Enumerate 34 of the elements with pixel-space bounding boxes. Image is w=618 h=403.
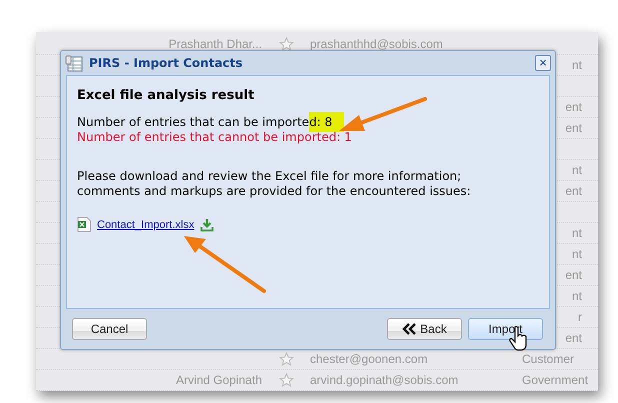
contact-type: ent	[565, 121, 582, 135]
spreadsheet-file-icon	[77, 217, 91, 232]
not-importable-count: Number of entries that cannot be imported: 1	[77, 130, 353, 145]
contact-type: ent	[565, 268, 582, 282]
contact-type: nt	[572, 247, 582, 261]
star-icon[interactable]	[278, 37, 294, 51]
importable-count: Number of entries that can be imported: 8	[77, 115, 539, 130]
instruction-text: Please download and review the Excel file for more information; comments and markups are provided for the encountered issues:	[77, 169, 472, 199]
double-chevron-icon	[402, 323, 416, 335]
contact-type: nt	[572, 163, 582, 177]
contact-type: ent	[565, 331, 582, 345]
contact-type: r	[578, 310, 582, 324]
back-button[interactable]: Back	[387, 318, 462, 340]
result-heading: Excel file analysis result	[77, 88, 256, 103]
contact-type: Government	[522, 373, 588, 387]
file-link[interactable]: Contact_Import.xlsx	[97, 218, 194, 230]
contact-type: ent	[565, 184, 582, 198]
close-button[interactable]: ×	[535, 55, 551, 71]
download-icon[interactable]	[200, 218, 214, 232]
dialog-button[interactable]: Cancel	[72, 318, 147, 340]
star-icon[interactable]	[278, 373, 294, 387]
contact-name: Arvind Gopinath	[176, 373, 262, 387]
contact-type: nt	[572, 226, 582, 240]
contact-name: Prashanth Dhar...	[168, 37, 262, 51]
contact-type: Customer	[522, 352, 574, 366]
contact-email: chester@goonen.com	[310, 352, 428, 366]
window-title: PIRS - Import Contacts	[89, 56, 244, 70]
star-icon[interactable]	[278, 352, 294, 366]
contact-email: arvind.gopinath@sobis.com	[310, 373, 458, 387]
contact-type: nt	[572, 289, 582, 303]
table-icon	[65, 54, 83, 72]
contact-email: prashanthhd@sobis.com	[310, 37, 443, 51]
contact-type: ent	[565, 100, 582, 114]
contact-type: nt	[572, 58, 582, 72]
